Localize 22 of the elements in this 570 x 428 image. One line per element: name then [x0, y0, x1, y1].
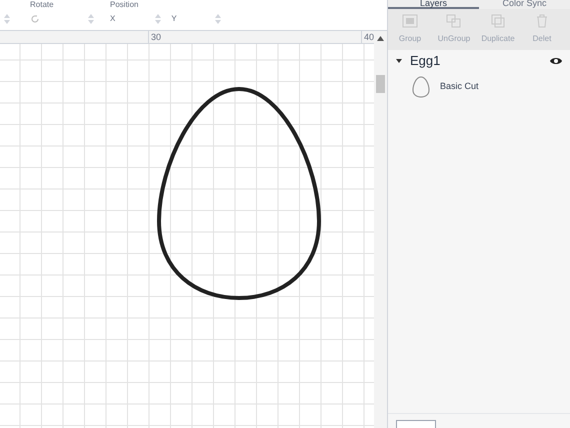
- rotate-label: Rotate: [30, 1, 55, 9]
- layer-group-name[interactable]: Egg1: [410, 51, 440, 71]
- trash-icon: [536, 14, 548, 28]
- egg-thumbnail-icon: [412, 76, 430, 98]
- stepper-icon[interactable]: [4, 14, 10, 24]
- x-label: X: [110, 15, 116, 23]
- stepper-icon[interactable]: [88, 14, 94, 24]
- ruler-label: 30: [148, 31, 162, 44]
- group-icon: [402, 14, 418, 28]
- stepper-icon[interactable]: [214, 14, 221, 24]
- y-label: Y: [171, 15, 177, 23]
- position-label: Position: [110, 1, 140, 9]
- stepper-icon[interactable]: [155, 14, 162, 24]
- rotate-icon[interactable]: [30, 14, 40, 24]
- layer-name[interactable]: Basic Cut: [440, 80, 479, 94]
- duplicate-icon: [491, 14, 505, 28]
- scrollbar-thumb[interactable]: [376, 75, 385, 93]
- ungroup-icon: [446, 14, 462, 28]
- caret-icon[interactable]: [396, 58, 402, 64]
- egg-shape[interactable]: [156, 86, 322, 302]
- scroll-up-icon[interactable]: [377, 36, 384, 41]
- eye-icon[interactable]: [550, 57, 562, 65]
